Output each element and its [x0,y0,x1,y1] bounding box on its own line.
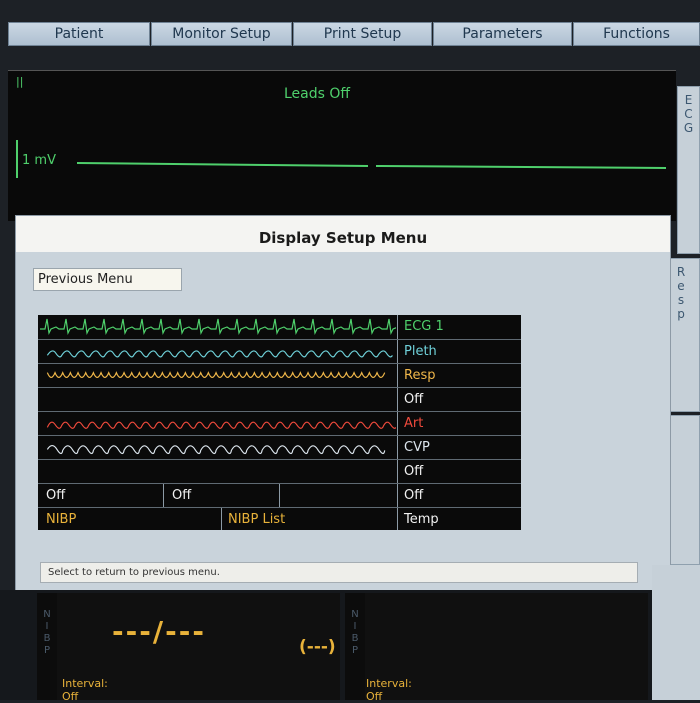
ecg-waveform-area[interactable]: || Leads Off 1 mV [8,70,676,221]
nibp2-interval-value: Off [366,690,383,703]
nibp-reading: ---/--- [112,615,206,648]
nibp-side-label[interactable]: N I B P [37,593,57,700]
ecg-flat-trace [76,162,667,169]
cvp-wave-preview[interactable] [38,436,396,459]
dialog-title: Display Setup Menu [16,216,670,252]
nibp-interval-label: Interval: [62,677,108,690]
previous-menu-button[interactable]: Previous Menu [33,268,182,291]
right-bottom-edge [652,565,700,700]
ecg-side-label[interactable]: E C G [677,86,700,254]
temp-slot[interactable]: Temp [397,508,521,530]
waveform-row-2[interactable]: Pleth [38,339,521,363]
nibp-list-slot[interactable]: NIBP List [221,508,397,530]
numeric-slot-1[interactable]: Off [38,484,163,507]
waveform-row-3[interactable]: Resp [38,363,521,387]
cvp-label[interactable]: CVP [397,436,521,459]
numerics-row-1: Off Off Off [38,483,521,507]
tab-parameters[interactable]: Parameters [433,22,572,46]
art-label[interactable]: Art [397,412,521,435]
empty-wave-preview[interactable] [38,388,396,411]
waveform-row-5[interactable]: Art [38,411,521,435]
resp-label[interactable]: Resp [397,364,521,387]
art-wave-preview[interactable] [38,412,396,435]
pleth-wave-preview[interactable] [38,340,396,363]
waveform-config-grid: ECG 1 Pleth Resp Off Art CVP Off Off Off [38,315,521,530]
tab-print-setup[interactable]: Print Setup [293,22,432,46]
tab-functions[interactable]: Functions [573,22,700,46]
numeric-slot-4[interactable]: Off [397,484,521,507]
tab-monitor-setup[interactable]: Monitor Setup [151,22,292,46]
display-setup-dialog: Display Setup Menu Previous Menu ECG 1 P… [16,216,670,590]
waveform-row-1[interactable]: ECG 1 [38,315,521,339]
nibp2-interval-label: Interval: [366,677,412,690]
waveform-row-6[interactable]: CVP [38,435,521,459]
empty-wave-preview-2[interactable] [38,460,396,483]
numerics-row-2: NIBP NIBP List Temp [38,507,521,530]
row4-off-label[interactable]: Off [397,388,521,411]
nibp-slot[interactable]: NIBP [38,508,221,530]
nibp-panel-2[interactable]: Interval: Off [365,593,648,703]
numeric-slot-2[interactable]: Off [163,484,279,507]
ecg1-wave-preview[interactable] [38,315,396,339]
row7-off-label[interactable]: Off [397,460,521,483]
ecg1-label[interactable]: ECG 1 [397,315,521,339]
pleth-label[interactable]: Pleth [397,340,521,363]
nibp-panel[interactable]: ---/--- (---) Interval: Off [57,593,340,703]
resp-wave-preview[interactable] [38,364,396,387]
waveform-row-4[interactable]: Off [38,387,521,411]
nibp-interval-value: Off [62,690,79,703]
tab-patient[interactable]: Patient [8,22,150,46]
nibp-side-label-2[interactable]: N I B P [345,593,365,700]
status-message: Select to return to previous menu. [40,562,638,583]
waveform-row-7[interactable]: Off [38,459,521,483]
numeric-slot-3[interactable] [279,484,397,507]
nibp-mean: (---) [299,637,336,657]
